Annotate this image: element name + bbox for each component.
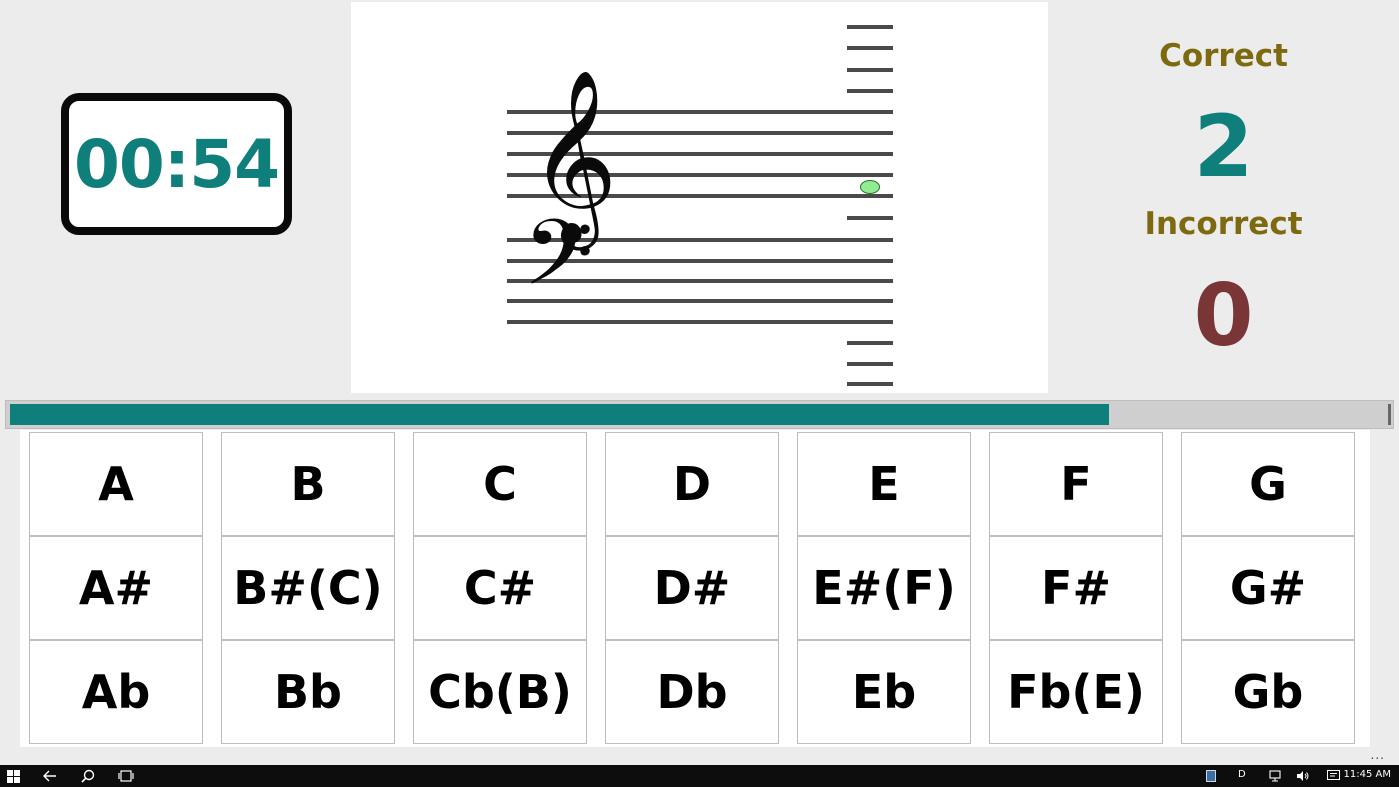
score-panel: Correct 2 Incorrect 0 [1048, 0, 1399, 398]
incorrect-count: 0 [1193, 266, 1254, 366]
note-key[interactable]: Bb [221, 640, 395, 744]
notifications-icon[interactable] [1326, 768, 1340, 784]
note-key[interactable]: C# [413, 536, 587, 640]
note-keypad: A B C D E F G A# B#(C) C# D# E#(F) F# G# Ab Bb Cb(B) Db Eb… [20, 430, 1370, 747]
note-key[interactable]: Gb [1181, 640, 1355, 744]
note-key[interactable]: C [413, 432, 587, 536]
note-key[interactable]: Eb [797, 640, 971, 744]
note-key[interactable]: D [605, 432, 779, 536]
progress-end-marker [1388, 404, 1391, 425]
back-icon[interactable] [42, 768, 58, 784]
search-icon[interactable] [80, 768, 96, 784]
note-key[interactable]: E [797, 432, 971, 536]
task-view-icon[interactable] [118, 768, 134, 784]
note-key[interactable]: G# [1181, 536, 1355, 640]
progress-fill [10, 404, 1109, 425]
incorrect-label: Incorrect [1144, 206, 1303, 242]
grand-staff-panel: 𝄞 𝄢 [351, 2, 1048, 393]
svg-text:𝄢: 𝄢 [523, 200, 594, 328]
note-head [860, 180, 880, 194]
note-key[interactable]: Cb(B) [413, 640, 587, 744]
language-indicator[interactable]: D [1238, 769, 1246, 780]
top-area: 00:54 𝄞 𝄢 Correct 2 Incorrect 0 [0, 0, 1399, 398]
more-options-button[interactable]: ... [1371, 748, 1385, 762]
taskbar: D 11:45 AM [0, 765, 1399, 787]
tray-app-icon[interactable] [1205, 768, 1217, 784]
taskbar-clock[interactable]: 11:45 AM [1344, 769, 1391, 780]
correct-count: 2 [1193, 97, 1254, 197]
note-key[interactable]: G [1181, 432, 1355, 536]
note-key[interactable]: A [29, 432, 203, 536]
note-key[interactable]: Db [605, 640, 779, 744]
note-key[interactable]: F# [989, 536, 1163, 640]
timer-box: 00:54 [61, 93, 292, 235]
note-key[interactable]: B [221, 432, 395, 536]
bass-clef-icon: 𝄢 [523, 200, 594, 328]
note-key[interactable]: B#(C) [221, 536, 395, 640]
grand-staff: 𝄞 𝄢 [507, 25, 893, 386]
note-key[interactable]: F [989, 432, 1163, 536]
timer-value: 00:54 [73, 125, 280, 203]
note-key[interactable]: A# [29, 536, 203, 640]
note-key[interactable]: D# [605, 536, 779, 640]
windows-start-icon[interactable] [5, 768, 21, 784]
note-key[interactable]: Fb(E) [989, 640, 1163, 744]
volume-icon[interactable] [1296, 768, 1310, 784]
network-icon[interactable] [1268, 768, 1282, 784]
correct-label: Correct [1159, 38, 1288, 74]
app-bar [0, 747, 1399, 765]
time-progress-bar [5, 400, 1394, 429]
note-key[interactable]: E#(F) [797, 536, 971, 640]
note-key[interactable]: Ab [29, 640, 203, 744]
